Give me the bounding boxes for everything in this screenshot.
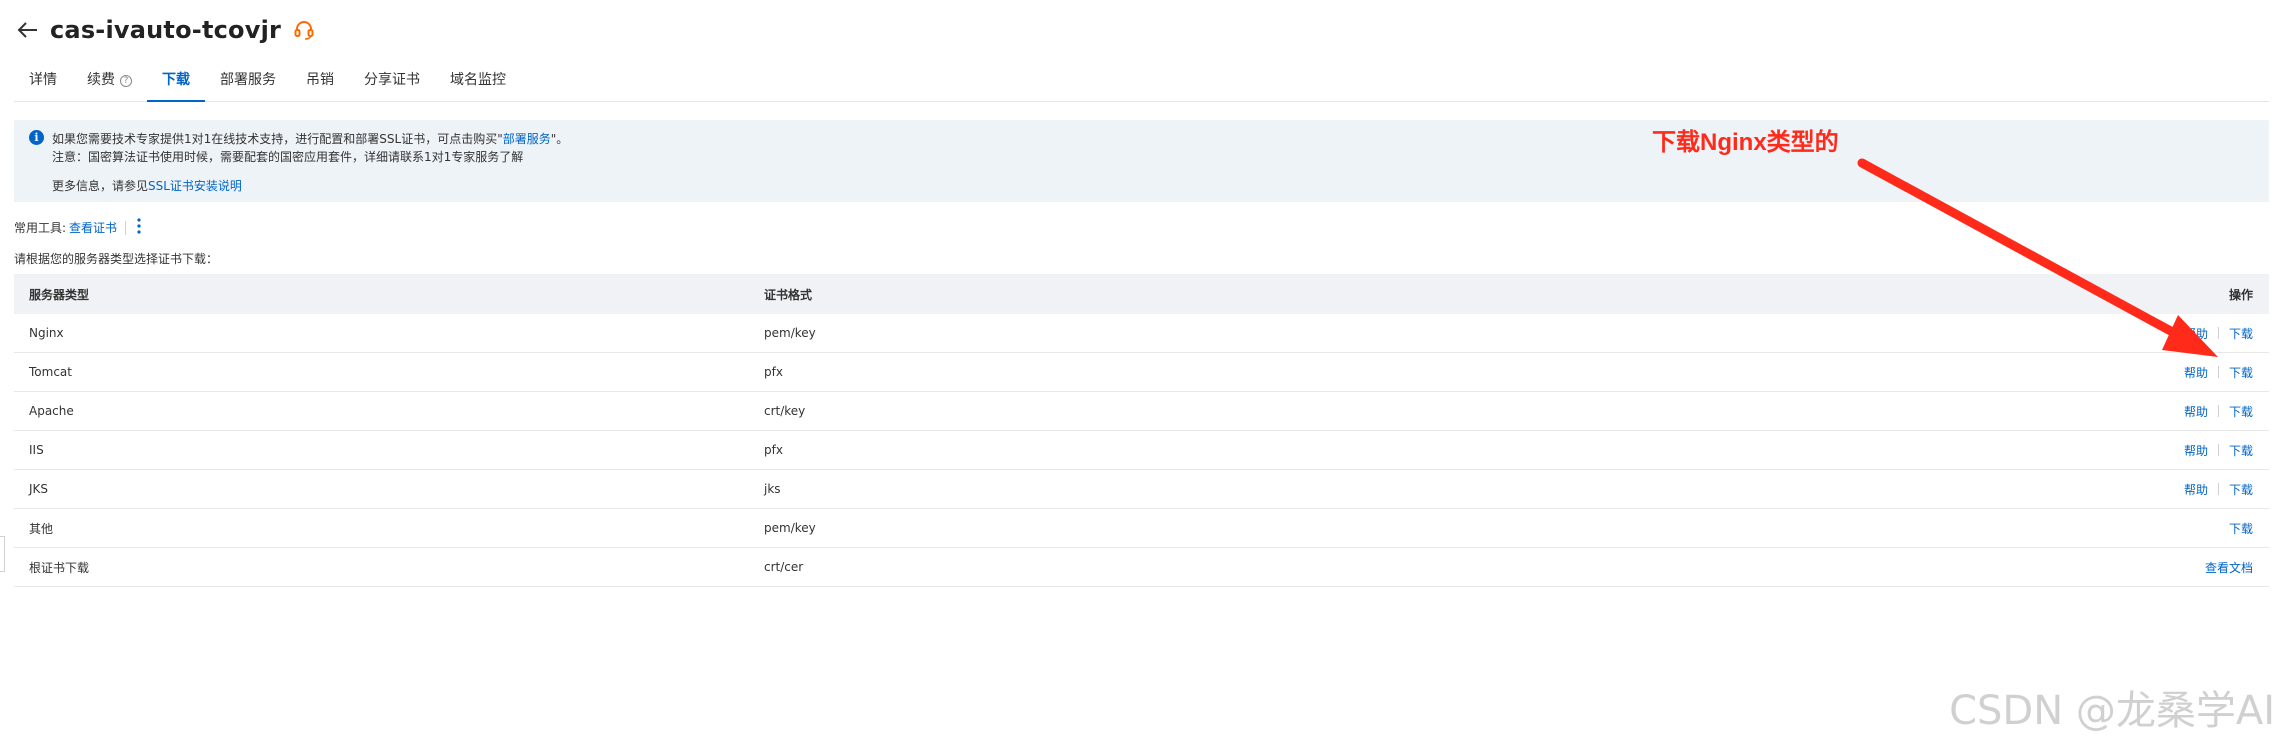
cell-actions: 帮助 下载: [1969, 403, 2269, 420]
col-server-type: 服务器类型: [29, 287, 90, 302]
tools-label: 常用工具:: [14, 221, 67, 235]
info-notice: i 如果您需要技术专家提供1对1在线技术支持，进行配置和部署SSL证书，可点击购…: [14, 120, 2269, 202]
col-cert-format: 证书格式: [764, 287, 813, 302]
cert-download-table: 服务器类型 证书格式 操作 Nginx pem/key 帮助 下载 Tomcat pfx 帮…: [14, 274, 2269, 587]
cell-cert-format: crt/cer: [764, 560, 804, 574]
tab-label: 详情: [29, 72, 57, 88]
cell-server-type: 根证书下载: [29, 560, 90, 575]
cell-actions: 帮助 下载: [1969, 481, 2269, 498]
download-link[interactable]: 下载: [2229, 403, 2253, 420]
table-row: Apache crt/key 帮助 下载: [14, 392, 2269, 431]
col-actions: 操作: [2228, 287, 2253, 302]
annotation-label: 下载Nginx类型的: [1652, 129, 1839, 156]
help-link[interactable]: 帮助: [2184, 481, 2208, 498]
download-link[interactable]: 下载: [2229, 520, 2253, 537]
cell-server-type: Nginx: [29, 326, 64, 340]
headset-support-icon[interactable]: [291, 17, 317, 43]
page-title: cas-ivauto-tcovjr: [50, 16, 282, 44]
cell-actions: 帮助 下载: [1969, 364, 2269, 381]
tab-3[interactable]: 部署服务: [205, 65, 291, 101]
help-link[interactable]: 帮助: [2184, 325, 2208, 342]
tab-label: 下载: [162, 72, 190, 88]
table-row: Tomcat pfx 帮助 下载: [14, 353, 2269, 392]
help-link[interactable]: 帮助: [2184, 403, 2208, 420]
help-link[interactable]: 帮助: [2184, 442, 2208, 459]
table-row: JKS jks 帮助 下载: [14, 470, 2269, 509]
action-divider: [2217, 444, 2219, 456]
cell-cert-format: pfx: [764, 443, 783, 457]
cell-actions: 帮助 下载: [1969, 325, 2269, 342]
tab-label: 域名监控: [450, 72, 506, 88]
tab-2[interactable]: 下载: [147, 65, 205, 102]
tab-label: 分享证书: [364, 72, 420, 88]
cell-server-type: IIS: [29, 443, 44, 457]
page-header: cas-ivauto-tcovjr: [14, 10, 317, 50]
help-circle-icon[interactable]: ?: [120, 75, 132, 87]
deploy-service-link[interactable]: 部署服务: [503, 132, 551, 146]
action-divider: [2217, 366, 2219, 378]
notice-line-2: 注意：国密算法证书使用时候，需要配套的国密应用套件，详细请联系1对1专家服务了解: [52, 150, 524, 164]
common-tools: 常用工具: 查看证书: [14, 218, 142, 237]
action-divider: [2217, 327, 2219, 339]
action-divider: [2217, 405, 2219, 417]
download-link[interactable]: 下载: [2229, 364, 2253, 381]
cell-actions: 帮助 下载: [1969, 442, 2269, 459]
notice-text-suffix: "。: [550, 132, 569, 146]
download-link[interactable]: 下载: [2229, 481, 2253, 498]
help-link[interactable]: 帮助: [2184, 364, 2208, 381]
notice-line-3: 更多信息，请参见SSL证书安装说明: [52, 177, 242, 194]
tab-bar: 详情 续费? 下载 部署服务 吊销 分享证书 域名监控: [14, 66, 2269, 102]
tab-1[interactable]: 续费?: [72, 65, 147, 101]
tab-0[interactable]: 详情: [14, 65, 72, 101]
table-row: 其他 pem/key 下载: [14, 509, 2269, 548]
cell-server-type: Tomcat: [29, 365, 72, 379]
cell-cert-format: jks: [764, 482, 781, 496]
watermark: CSDN @龙桑学AI: [1949, 688, 2275, 734]
cell-cert-format: pfx: [764, 365, 783, 379]
cell-server-type: 其他: [29, 521, 54, 536]
tab-5[interactable]: 分享证书: [349, 65, 435, 101]
table-row: 根证书下载 crt/cer 查看文档: [14, 548, 2269, 587]
cell-server-type: Apache: [29, 404, 74, 418]
view-cert-link[interactable]: 查看证书: [69, 219, 117, 236]
tab-label: 吊销: [306, 72, 334, 88]
cell-cert-format: pem/key: [764, 521, 816, 535]
notice-line-1: 如果您需要技术专家提供1对1在线技术支持，进行配置和部署SSL证书，可点击购买"…: [52, 130, 568, 147]
action-divider: [2217, 483, 2219, 495]
tab-6[interactable]: 域名监控: [435, 65, 521, 101]
cell-actions: 查看文档: [1969, 559, 2269, 576]
view-docs-link[interactable]: 查看文档: [2205, 559, 2253, 576]
notice-more-text: 更多信息，请参见: [52, 179, 149, 193]
tab-label: 部署服务: [220, 72, 276, 88]
table-row: IIS pfx 帮助 下载: [14, 431, 2269, 470]
tab-label: 续费: [87, 72, 115, 88]
notice-text: 如果您需要技术专家提供1对1在线技术支持，进行配置和部署SSL证书，可点击购买": [52, 132, 503, 146]
cell-cert-format: crt/key: [764, 404, 806, 418]
download-link[interactable]: 下载: [2229, 442, 2253, 459]
ssl-install-guide-link[interactable]: SSL证书安装说明: [148, 179, 242, 193]
table-header: 服务器类型 证书格式 操作: [14, 274, 2269, 314]
tools-divider: [125, 220, 127, 235]
more-vertical-icon[interactable]: [136, 218, 142, 237]
tab-4[interactable]: 吊销: [291, 65, 349, 101]
download-link[interactable]: 下载: [2229, 325, 2253, 342]
back-arrow-icon[interactable]: [14, 16, 42, 44]
cell-actions: 下载: [1969, 520, 2269, 537]
download-prompt: 请根据您的服务器类型选择证书下载：: [14, 252, 219, 266]
side-collapse-tab[interactable]: [0, 536, 5, 572]
cell-server-type: JKS: [29, 482, 49, 496]
info-icon: i: [29, 130, 44, 145]
cell-cert-format: pem/key: [764, 326, 816, 340]
table-row: Nginx pem/key 帮助 下载: [14, 314, 2269, 353]
